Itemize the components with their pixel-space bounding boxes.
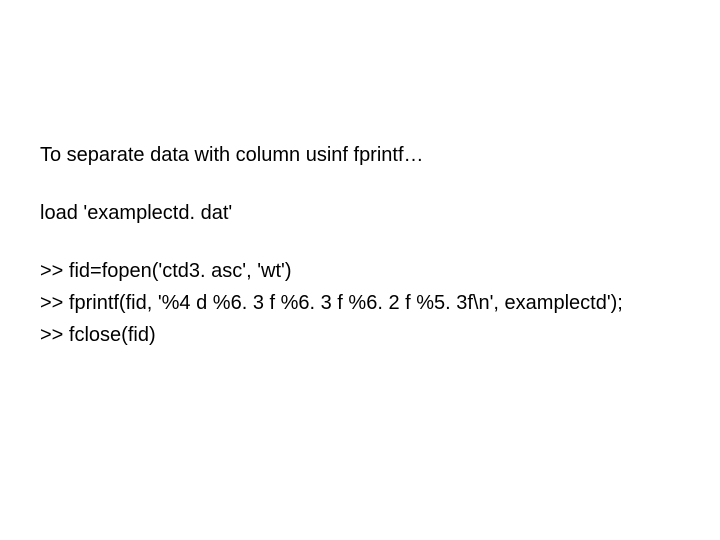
intro-paragraph: To separate data with column usinf fprin… xyxy=(40,140,680,170)
code-line-3: >> fclose(fid) xyxy=(40,320,680,350)
code-block: >> fid=fopen('ctd3. asc', 'wt') >> fprin… xyxy=(40,256,680,350)
intro-text: To separate data with column usinf fprin… xyxy=(40,144,424,166)
code-line-2: >> fprintf(fid, '%4 d %6. 3 f %6. 3 f %6… xyxy=(40,288,680,318)
load-paragraph: load 'examplectd. dat' xyxy=(40,198,680,228)
load-text: load 'examplectd. dat' xyxy=(40,202,232,224)
code-line-1: >> fid=fopen('ctd3. asc', 'wt') xyxy=(40,256,680,286)
